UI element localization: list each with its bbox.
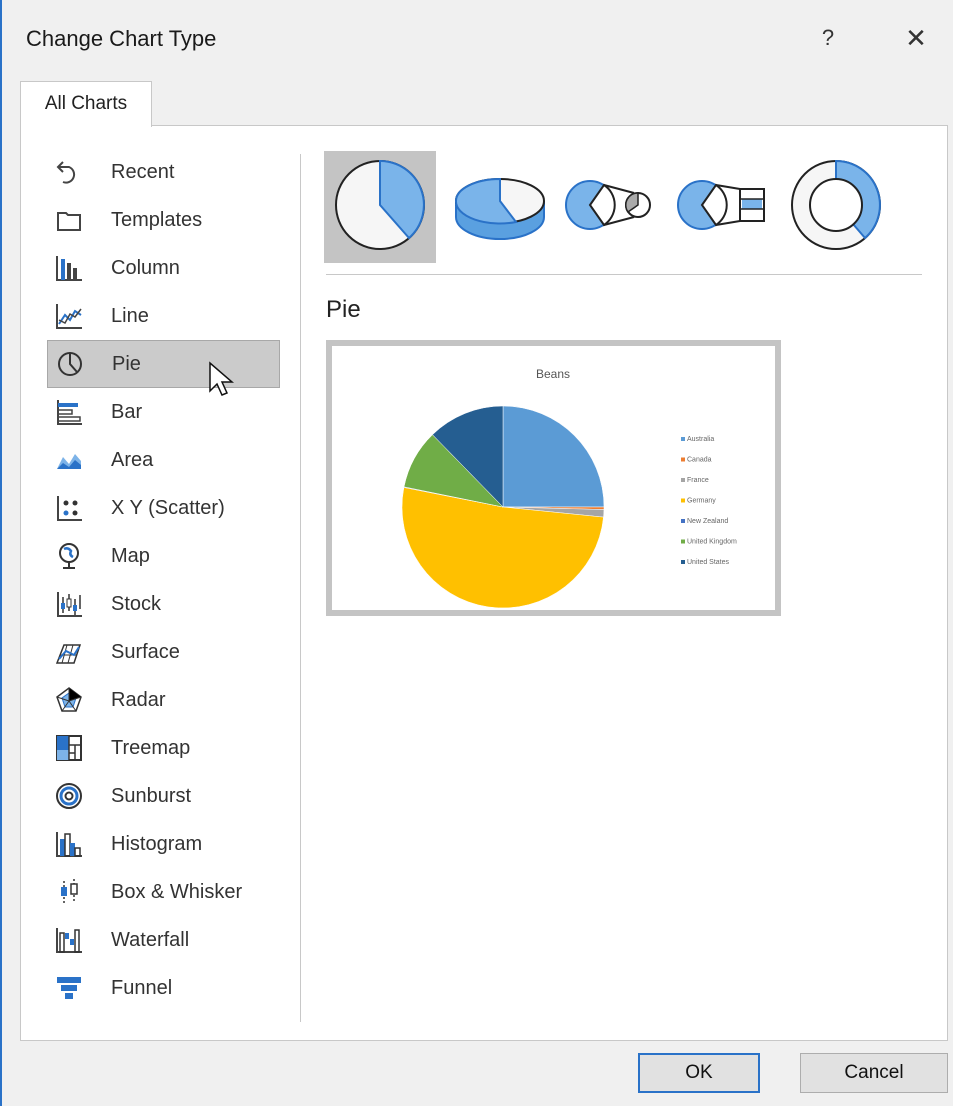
legend-entry: New Zealand [687,518,728,525]
3d-pie-subtype-icon [450,157,550,258]
doughnut-subtype-icon [788,157,884,258]
sidebar-item-sunburst[interactable]: Sunburst [47,772,281,820]
recent-icon [51,156,87,188]
sidebar-item-label: Funnel [111,976,173,999]
chart-preview[interactable]: Beans Australia Canada France Germany New Ze… [326,340,781,616]
bar-of-pie-subtype-icon [674,157,774,258]
legend-entry: United Kingdom [687,539,737,546]
chart-type-list: Recent Templates Column Line Pie Bar Are… [47,148,281,1012]
legend-swatch [681,437,685,441]
chart-title: Beans [536,367,570,381]
sidebar-item-histogram[interactable]: Histogram [47,820,281,868]
legend-swatch [681,478,685,482]
sidebar-item-stock[interactable]: Stock [47,580,281,628]
sidebar-item-box-whisker[interactable]: Box & Whisker [47,868,281,916]
sidebar-item-label: Treemap [111,736,191,759]
sidebar-item-templates[interactable]: Templates [47,196,281,244]
title-bar: Change Chart Type ? ✕ [0,0,953,76]
sidebar-item-surface[interactable]: Surface [47,628,281,676]
pie-chart-preview-svg: Beans Australia Canada France Germany New Ze… [401,367,737,609]
sidebar-item-label: Templates [111,208,203,231]
funnel-chart-icon [51,972,87,1004]
sidebar-item-label: Area [111,448,154,471]
legend-swatch [681,560,685,564]
legend-entry: Australia [687,436,714,443]
ok-button[interactable]: OK [638,1053,760,1093]
legend-entry: Canada [687,457,712,464]
sidebar-item-label: Pie [112,352,141,375]
all-charts-panel: Recent Templates Column Line Pie Bar Are… [20,125,948,1041]
pie-chart-icon [52,348,88,380]
radar-chart-icon [51,684,87,716]
sidebar-item-treemap[interactable]: Treemap [47,724,281,772]
surface-chart-icon [51,636,87,668]
legend-entry: France [687,477,709,484]
sidebar-item-column[interactable]: Column [47,244,281,292]
line-chart-icon [51,300,87,332]
sidebar-item-label: Radar [111,688,166,711]
subtype-3d-pie[interactable] [444,151,556,263]
subtype-doughnut[interactable] [780,151,892,263]
subtype-pie-of-pie[interactable] [556,151,668,263]
waterfall-chart-icon [51,924,87,956]
column-chart-icon [51,252,87,284]
sidebar-item-radar[interactable]: Radar [47,676,281,724]
sidebar-item-label: Line [111,304,149,327]
sidebar-item-label: Bar [111,400,143,423]
histogram-chart-icon [51,828,87,860]
sidebar-item-label: Recent [111,160,175,183]
sidebar-item-label: Map [111,544,150,567]
dialog-title: Change Chart Type [26,26,217,51]
chart-subtype-gallery [324,151,924,263]
pie-subtype-icon [332,157,428,258]
legend-swatch [681,457,685,462]
stock-chart-icon [51,588,87,620]
treemap-chart-icon [51,732,87,764]
sidebar-item-label: X Y (Scatter) [111,496,225,519]
subtype-bar-of-pie[interactable] [668,151,780,263]
sidebar-item-funnel[interactable]: Funnel [47,964,281,1012]
cancel-button[interactable]: Cancel [800,1053,948,1093]
chart-legend: Australia Canada France Germany New Zealand U… [681,436,737,566]
sidebar-item-waterfall[interactable]: Waterfall [47,916,281,964]
pie-of-pie-subtype-icon [562,157,662,258]
sidebar-item-recent[interactable]: Recent [47,148,281,196]
legend-entry: Germany [687,498,716,505]
scatter-chart-icon [51,492,87,524]
change-chart-type-dialog: Change Chart Type ? ✕ All Charts Recent … [0,0,953,1106]
sidebar-item-pie[interactable]: Pie [47,340,280,396]
help-button[interactable]: ? [808,18,848,58]
tab-all-charts[interactable]: All Charts [20,81,152,127]
sidebar-item-line[interactable]: Line [47,292,281,340]
sidebar-item-label: Box & Whisker [111,880,243,903]
legend-swatch [681,539,685,544]
area-chart-icon [51,444,87,476]
pie-slices [401,405,605,609]
sidebar-item-bar[interactable]: Bar [47,388,281,436]
legend-swatch [681,519,685,523]
subtype-pie[interactable] [324,151,436,263]
bar-chart-icon [51,396,87,428]
sidebar-item-label: Sunburst [111,784,192,807]
gallery-divider [326,274,922,275]
sidebar-item-label: Surface [111,640,180,663]
sidebar-item-map[interactable]: Map [47,532,281,580]
sidebar-item-scatter[interactable]: X Y (Scatter) [47,484,281,532]
templates-icon [51,204,87,236]
sidebar-item-area[interactable]: Area [47,436,281,484]
close-button[interactable]: ✕ [894,18,938,58]
legend-swatch [681,498,685,503]
map-chart-icon [51,540,87,572]
legend-entry: United States [687,559,730,566]
panel-divider [300,154,301,1022]
sunburst-chart-icon [51,780,87,812]
sidebar-item-label: Stock [111,592,162,615]
sidebar-item-label: Column [111,256,180,279]
sidebar-item-label: Histogram [111,832,203,855]
subtype-name-heading: Pie [326,296,361,323]
pie-slice-australia [502,405,605,508]
box-whisker-chart-icon [51,876,87,908]
sidebar-item-label: Waterfall [111,928,190,951]
